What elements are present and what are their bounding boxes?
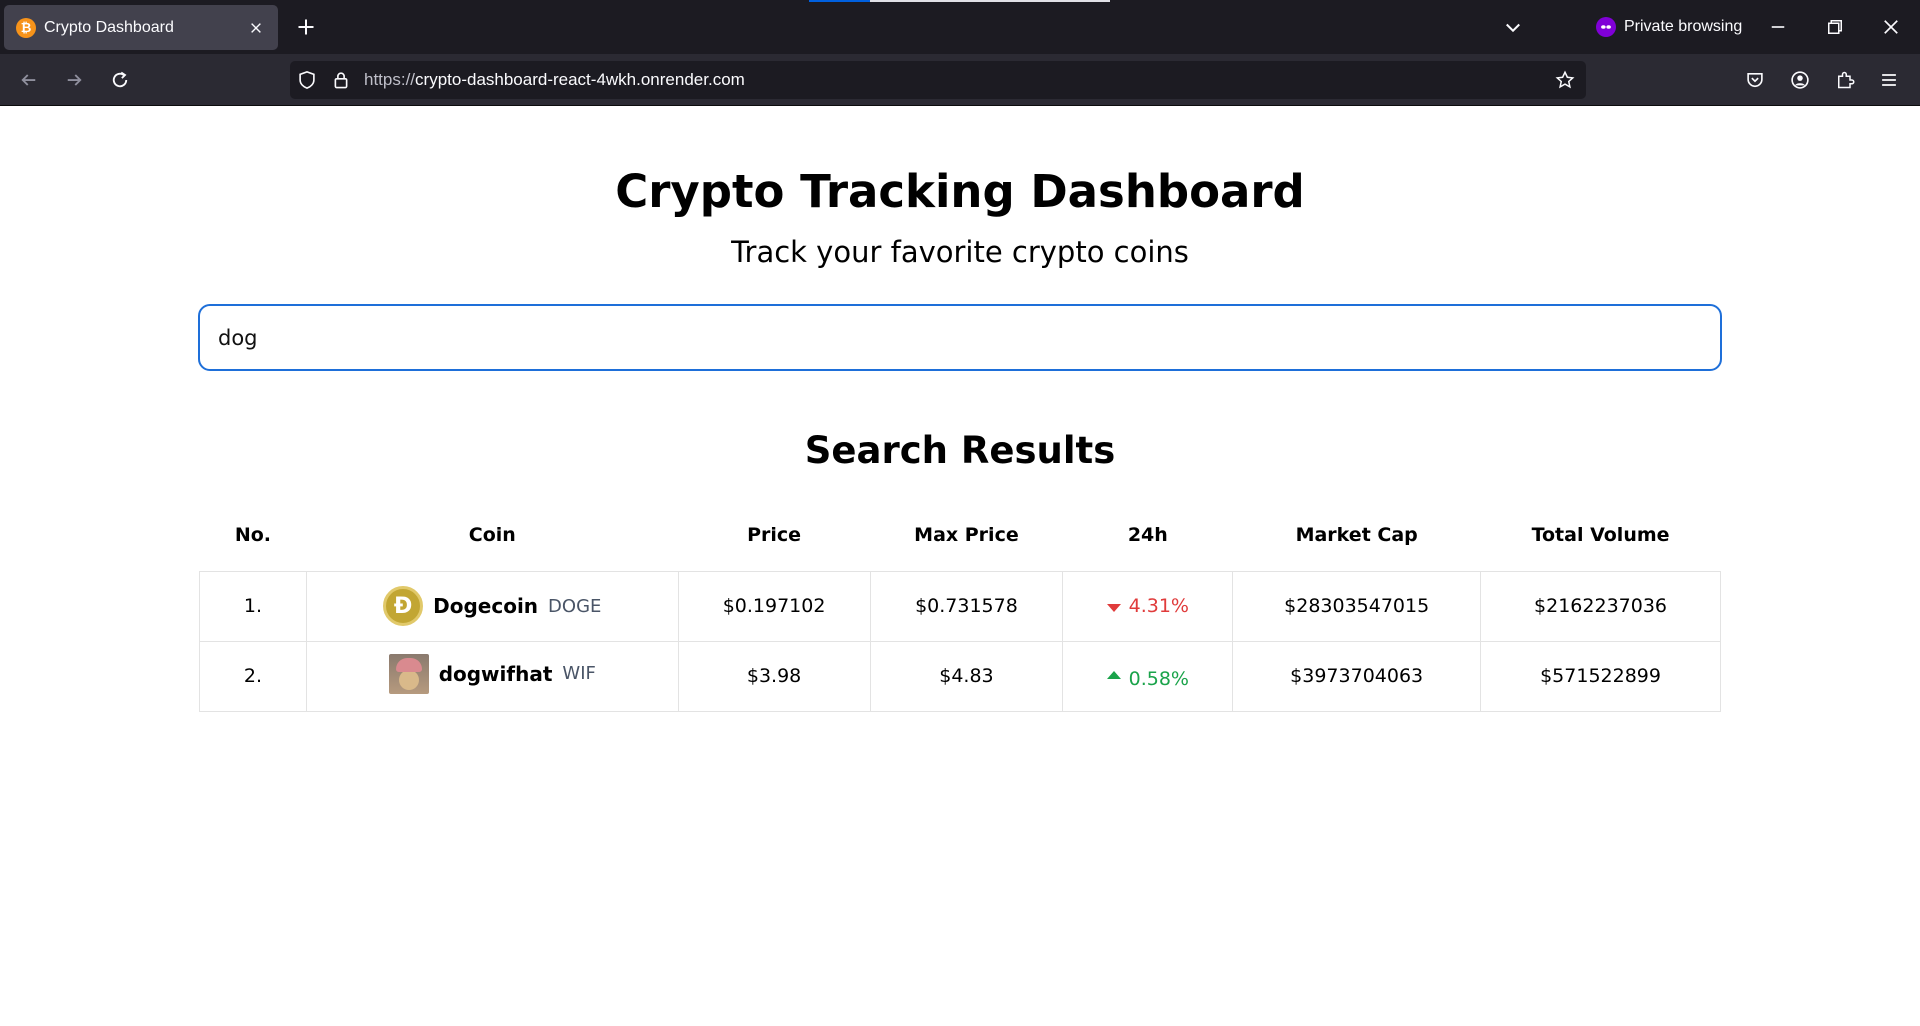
list-all-tabs-button[interactable] bbox=[1496, 10, 1530, 44]
url-host: crypto-dashboard-react-4wkh.onrender.com bbox=[415, 70, 745, 89]
tab-title: Crypto Dashboard bbox=[44, 18, 174, 36]
coin-market-cap: $3973704063 bbox=[1232, 640, 1482, 712]
minimize-icon bbox=[1771, 26, 1785, 28]
reload-button[interactable] bbox=[103, 63, 137, 97]
column-header-no: No. bbox=[234, 523, 272, 546]
coin-24h-change: 0.58% bbox=[1062, 640, 1234, 712]
coin-cell: Ð Dogecoin DOGE bbox=[305, 570, 679, 642]
plus-icon bbox=[298, 19, 314, 35]
private-browsing-label: Private browsing bbox=[1624, 18, 1743, 35]
coin-symbol: DOGE bbox=[548, 595, 602, 617]
column-header-total-volume: Total Volume bbox=[1531, 523, 1670, 546]
coin-total-volume: $2162237036 bbox=[1480, 570, 1721, 642]
triangle-down-icon bbox=[1106, 604, 1121, 612]
coin-total-volume: $571522899 bbox=[1480, 640, 1721, 712]
navigation-toolbar: https://crypto-dashboard-react-4wkh.onre… bbox=[0, 54, 1920, 106]
dogecoin-logo-icon: Ð bbox=[383, 586, 424, 626]
page-title: Crypto Tracking Dashboard bbox=[615, 165, 1305, 218]
browser-tab-strip: ₿ Crypto Dashboard Private browsing bbox=[0, 0, 1920, 54]
coin-symbol: WIF bbox=[562, 663, 596, 684]
coin-name: dogwifhat bbox=[438, 661, 553, 686]
url-text[interactable]: https://crypto-dashboard-react-4wkh.onre… bbox=[358, 70, 1548, 90]
arrow-left-icon bbox=[21, 74, 36, 86]
chevron-down-icon bbox=[1506, 23, 1520, 33]
table-header-row: No. Coin Price Max Price 24h Market Cap … bbox=[200, 499, 1721, 571]
lock-icon[interactable] bbox=[324, 63, 358, 97]
forward-button[interactable] bbox=[57, 63, 91, 97]
coin-name: Dogecoin bbox=[433, 594, 539, 618]
tab-crypto-dashboard[interactable]: ₿ Crypto Dashboard bbox=[4, 5, 278, 50]
extensions-button[interactable] bbox=[1828, 63, 1862, 97]
triangle-up-icon bbox=[1106, 671, 1121, 679]
coin-max-price: $4.83 bbox=[869, 640, 1064, 712]
page-load-indicator-track bbox=[870, 0, 1110, 2]
change-value: 0.58% bbox=[1128, 668, 1189, 690]
account-button[interactable] bbox=[1783, 63, 1817, 97]
change-value: 4.31% bbox=[1128, 595, 1189, 617]
puzzle-icon bbox=[1838, 71, 1855, 89]
row-number: 2. bbox=[199, 640, 307, 712]
account-icon bbox=[1791, 71, 1809, 89]
close-window-button[interactable] bbox=[1874, 10, 1908, 44]
search-input[interactable] bbox=[198, 304, 1722, 371]
search-results-title: Search Results bbox=[804, 429, 1116, 472]
column-header-price: Price bbox=[747, 523, 802, 546]
row-number: 1. bbox=[199, 570, 307, 642]
pocket-button[interactable] bbox=[1738, 63, 1772, 97]
reload-icon bbox=[112, 71, 128, 88]
close-tab-icon[interactable] bbox=[246, 18, 266, 38]
bookmark-star-icon[interactable] bbox=[1548, 63, 1582, 97]
restore-window-button[interactable] bbox=[1818, 10, 1852, 44]
private-browsing-indicator: Private browsing bbox=[1596, 14, 1742, 40]
restore-icon bbox=[1828, 20, 1842, 34]
hamburger-menu-icon bbox=[1882, 74, 1896, 86]
private-mask-icon bbox=[1596, 17, 1616, 37]
coin-market-cap: $28303547015 bbox=[1232, 570, 1482, 642]
arrow-right-icon bbox=[67, 74, 82, 86]
close-icon bbox=[1884, 20, 1898, 34]
url-scheme: https:// bbox=[364, 70, 416, 89]
table-row[interactable]: 2. dogwifhat WIF $3.98 $4.83 0.58% $3973… bbox=[199, 640, 1721, 712]
page-load-indicator bbox=[809, 0, 870, 2]
page-subtitle: Track your favorite crypto coins bbox=[731, 235, 1189, 269]
dogwifhat-logo-icon bbox=[388, 653, 429, 694]
table-row[interactable]: 1. Ð Dogecoin DOGE $0.197102 $0.731578 4… bbox=[199, 570, 1721, 642]
coin-price: $0.197102 bbox=[677, 570, 871, 642]
tracking-protection-shield-icon[interactable] bbox=[290, 63, 324, 97]
results-table: No. Coin Price Max Price 24h Market Cap … bbox=[199, 499, 1721, 712]
column-header-coin: Coin bbox=[468, 523, 516, 546]
minimize-window-button[interactable] bbox=[1761, 10, 1795, 44]
column-header-max-price: Max Price bbox=[914, 523, 1019, 546]
coin-price: $3.98 bbox=[677, 640, 871, 712]
pocket-icon bbox=[1747, 72, 1763, 88]
address-bar[interactable]: https://crypto-dashboard-react-4wkh.onre… bbox=[290, 61, 1586, 99]
column-header-market-cap: Market Cap bbox=[1295, 523, 1418, 546]
page-content: Crypto Tracking Dashboard Track your fav… bbox=[0, 107, 1920, 1026]
column-header-24h: 24h bbox=[1127, 523, 1168, 546]
back-button[interactable] bbox=[12, 63, 46, 97]
bitcoin-favicon-icon: ₿ bbox=[16, 17, 36, 38]
coin-24h-change: 4.31% bbox=[1062, 570, 1234, 642]
app-menu-button[interactable] bbox=[1872, 63, 1906, 97]
coin-max-price: $0.731578 bbox=[869, 570, 1064, 642]
new-tab-button[interactable] bbox=[289, 10, 323, 44]
coin-cell: dogwifhat WIF bbox=[305, 640, 679, 712]
